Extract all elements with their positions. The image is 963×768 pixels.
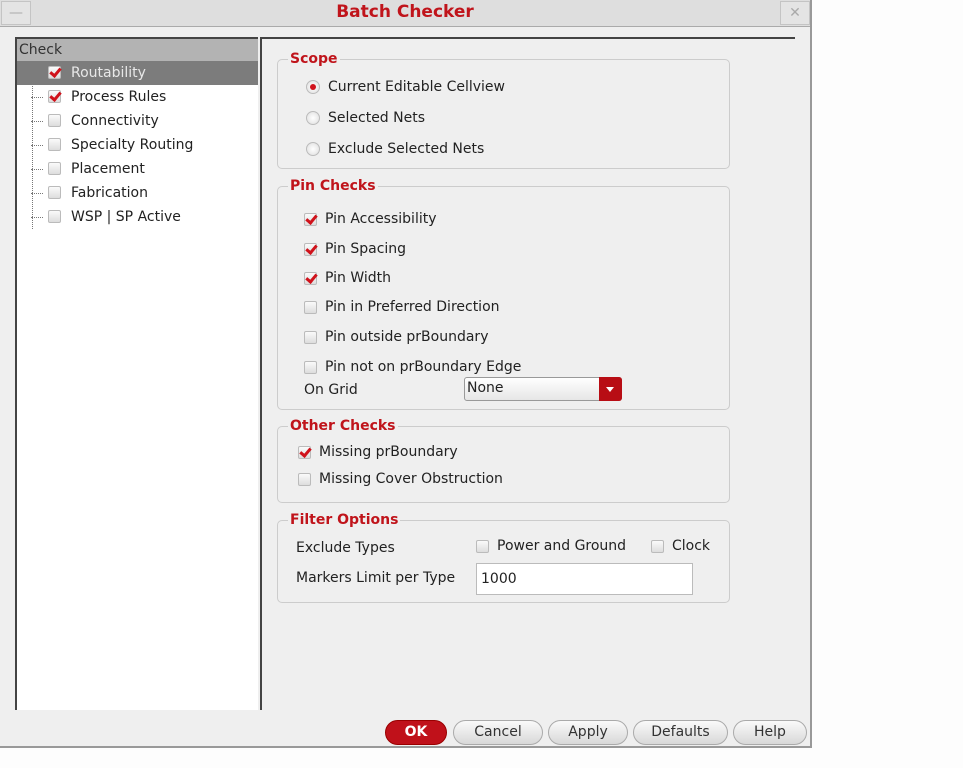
options-panel: Scope Current Editable Cellview Selected… — [260, 37, 795, 710]
group-title: Scope — [288, 50, 340, 68]
tree-item-process-rules[interactable]: Process Rules — [17, 85, 258, 109]
title-bar: — Batch Checker ✕ — [0, 0, 810, 27]
close-icon[interactable]: ✕ — [780, 1, 810, 25]
help-button[interactable]: Help — [733, 720, 807, 745]
checkbox-power-and-ground[interactable]: Power and Ground — [476, 537, 626, 555]
scope-group: Scope Current Editable Cellview Selected… — [277, 50, 730, 169]
tree-item-label: Specialty Routing — [71, 137, 194, 153]
tree-item-connectivity[interactable]: Connectivity — [17, 109, 258, 133]
markers-limit-input[interactable]: 1000 — [476, 563, 693, 595]
ok-button[interactable]: OK — [385, 720, 447, 745]
tree-item-routability[interactable]: Routability — [17, 61, 258, 85]
pin-checks-group: Pin Checks Pin Accessibility Pin Spacing… — [277, 177, 730, 410]
tree-item-label: Process Rules — [71, 89, 167, 105]
radio-exclude-selected-nets[interactable]: Exclude Selected Nets — [306, 140, 484, 158]
checkbox-clock[interactable]: Clock — [651, 537, 710, 555]
checkbox-missing-cover-obstruction[interactable]: Missing Cover Obstruction — [298, 470, 503, 488]
tree-item-label: Fabrication — [71, 185, 148, 201]
tree-item-label: Connectivity — [71, 113, 159, 129]
checkbox-pin-not-on-prboundary-edge[interactable]: Pin not on prBoundary Edge — [304, 358, 521, 376]
tree-item-placement[interactable]: Placement — [17, 157, 258, 181]
tree-item-label: WSP | SP Active — [71, 209, 181, 225]
tree-header: Check — [17, 39, 258, 61]
tree-item-wsp-sp-active[interactable]: WSP | SP Active — [17, 205, 258, 229]
defaults-button[interactable]: Defaults — [633, 720, 728, 745]
checkbox-pin-accessibility[interactable]: Pin Accessibility — [304, 210, 437, 228]
checkbox[interactable] — [48, 66, 61, 79]
check-tree: Check Routability Process Rules Connecti… — [15, 37, 258, 710]
checkbox-pin-outside-prboundary[interactable]: Pin outside prBoundary — [304, 328, 488, 346]
apply-button[interactable]: Apply — [548, 720, 628, 745]
radio-current-editable-cellview[interactable]: Current Editable Cellview — [306, 78, 505, 96]
group-title: Filter Options — [288, 511, 401, 529]
exclude-types-label: Exclude Types — [296, 540, 395, 556]
checkbox[interactable] — [48, 210, 61, 223]
tree-item-label: Placement — [71, 161, 145, 177]
radio-selected-nets[interactable]: Selected Nets — [306, 109, 425, 127]
tree-item-fabrication[interactable]: Fabrication — [17, 181, 258, 205]
checkbox[interactable] — [48, 138, 61, 151]
checkbox-pin-width[interactable]: Pin Width — [304, 269, 391, 287]
on-grid-row: On Grid None — [304, 377, 622, 401]
window-title: Batch Checker — [336, 2, 474, 22]
checkbox-missing-prboundary[interactable]: Missing prBoundary — [298, 443, 458, 461]
group-title: Pin Checks — [288, 177, 378, 195]
cancel-button[interactable]: Cancel — [453, 720, 543, 745]
checkbox-pin-preferred-direction[interactable]: Pin in Preferred Direction — [304, 298, 500, 316]
checkbox[interactable] — [48, 186, 61, 199]
checkbox[interactable] — [48, 90, 61, 103]
checkbox[interactable] — [48, 162, 61, 175]
markers-limit-row: Markers Limit per Type 1000 — [296, 563, 693, 595]
filter-options-group: Filter Options Exclude Types Power and G… — [277, 511, 730, 603]
markers-limit-label: Markers Limit per Type — [296, 570, 456, 586]
on-grid-dropdown[interactable]: None — [464, 377, 622, 401]
group-title: Other Checks — [288, 417, 398, 435]
batch-checker-window: — Batch Checker ✕ Check Routability Proc… — [0, 0, 812, 748]
checkbox-pin-spacing[interactable]: Pin Spacing — [304, 240, 406, 258]
checkbox[interactable] — [48, 114, 61, 127]
other-checks-group: Other Checks Missing prBoundary Missing … — [277, 417, 730, 503]
tree-item-specialty-routing[interactable]: Specialty Routing — [17, 133, 258, 157]
chevron-down-icon[interactable] — [599, 377, 622, 401]
tree-item-label: Routability — [71, 65, 146, 81]
on-grid-label: On Grid — [304, 382, 358, 398]
